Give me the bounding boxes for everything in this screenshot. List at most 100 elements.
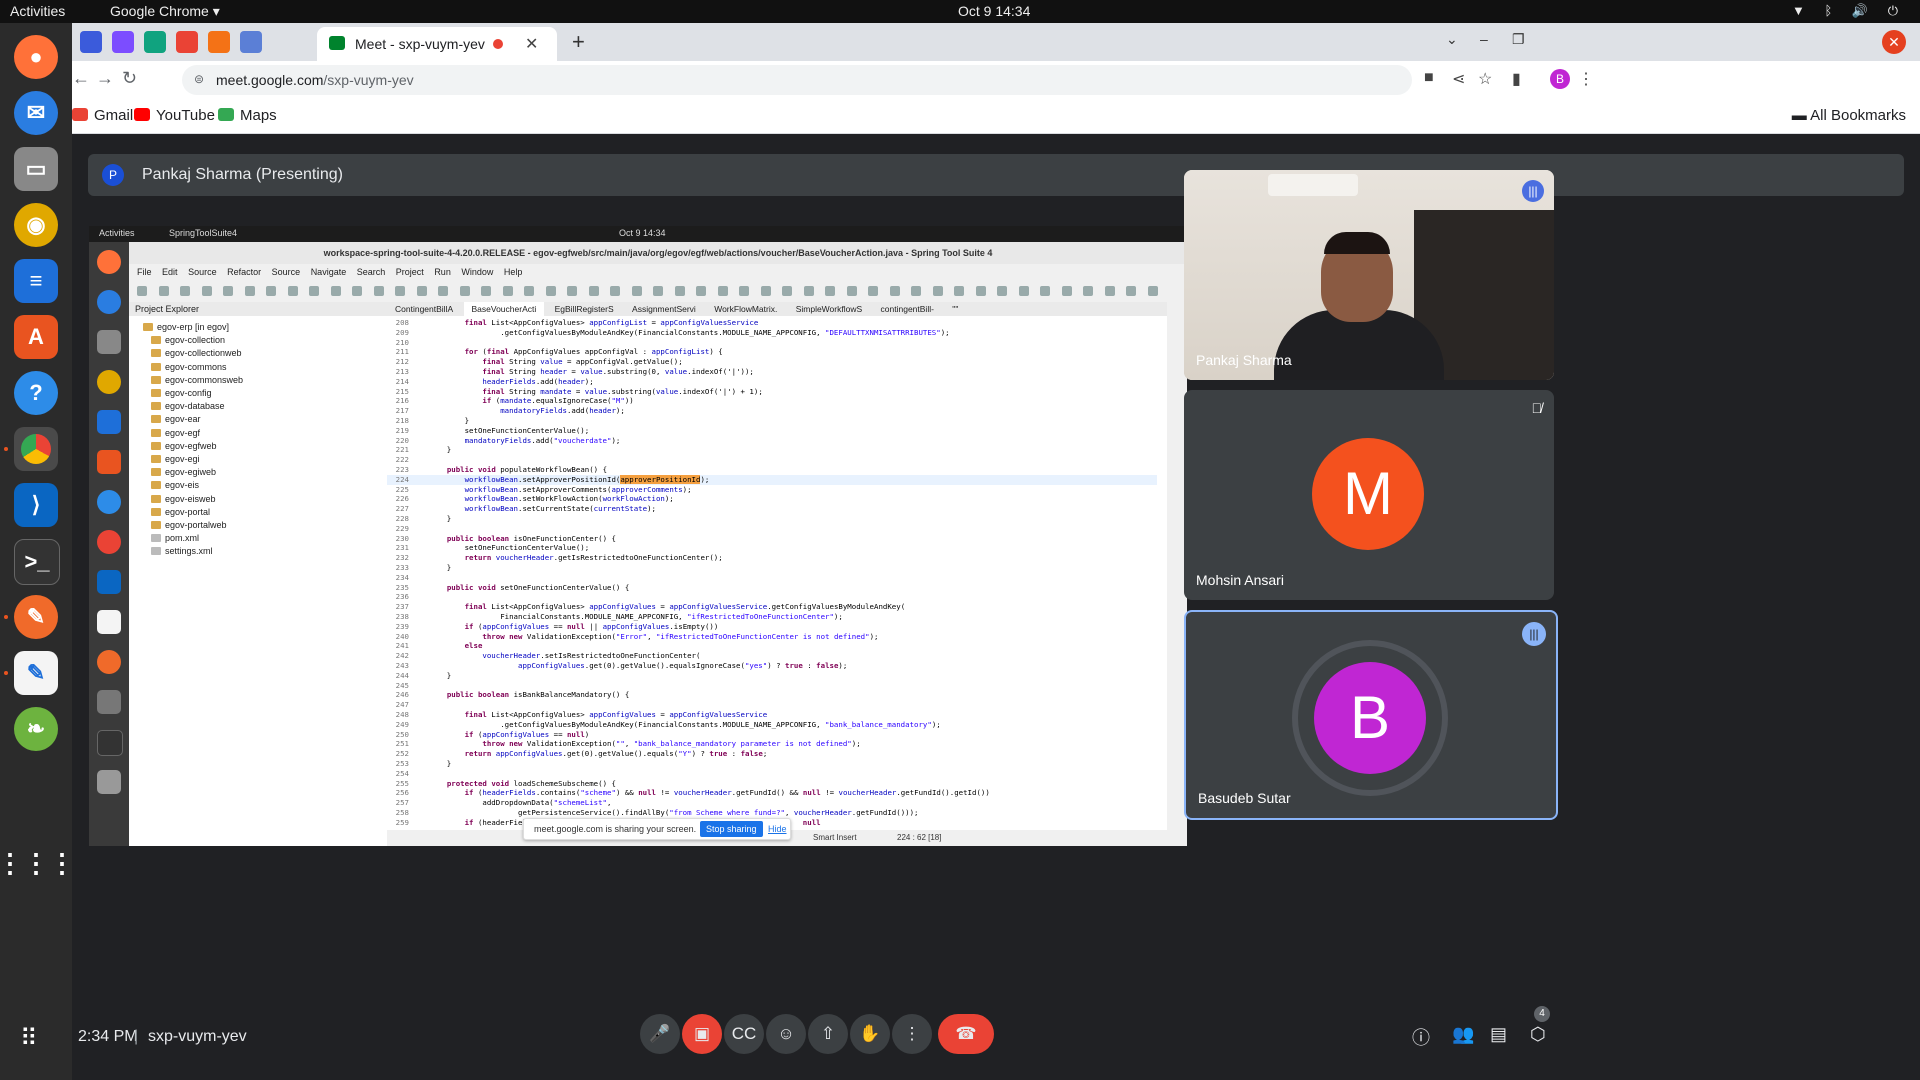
editor-tab[interactable]: WorkFlowMatrix. bbox=[706, 302, 785, 316]
tab-favicon-icon[interactable] bbox=[112, 31, 134, 53]
files-icon[interactable]: ▭ bbox=[14, 147, 58, 191]
code-line[interactable]: 240 throw new ValidationException("Error… bbox=[387, 632, 1157, 642]
explorer-item[interactable]: egov-portal bbox=[151, 507, 210, 517]
explorer-item[interactable]: egov-ear bbox=[151, 414, 201, 424]
tab-meet[interactable]: Meet - sxp-vuym-yev ✕ bbox=[317, 27, 557, 61]
toolbar-icon[interactable] bbox=[137, 286, 147, 296]
explorer-item[interactable]: egov-egi bbox=[151, 454, 200, 464]
code-line[interactable]: 209 .getConfigValuesByModuleAndKey(Finan… bbox=[387, 328, 1157, 338]
toolbar-icon[interactable] bbox=[416, 286, 427, 296]
toolbar-icon[interactable] bbox=[975, 286, 986, 296]
tab-favicon-icon[interactable] bbox=[240, 31, 262, 53]
code-line[interactable]: 243 appConfigValues.get(0).getValue().eq… bbox=[387, 661, 1157, 671]
explorer-item[interactable]: egov-commonsweb bbox=[151, 375, 243, 385]
code-line[interactable]: 252 return appConfigValues.get(0).getVal… bbox=[387, 749, 1157, 759]
code-line[interactable]: 245 bbox=[387, 681, 1157, 691]
code-line[interactable]: 213 final String header = value.substrin… bbox=[387, 367, 1157, 377]
toolbar-icon[interactable] bbox=[567, 286, 577, 296]
toolbar-icon[interactable] bbox=[545, 286, 556, 296]
code-line[interactable]: 248 final List<AppConfigValues> appConfi… bbox=[387, 710, 1157, 720]
code-line[interactable]: 239 if (appConfigValues == null || appCo… bbox=[387, 622, 1157, 632]
code-line[interactable]: 232 return voucherHeader.getIsRestricted… bbox=[387, 553, 1157, 563]
code-line[interactable]: 238 FinancialConstants.MODULE_NAME_APPCO… bbox=[387, 612, 1157, 622]
menu-help[interactable]: Help bbox=[504, 264, 523, 280]
code-line[interactable]: 219 setOneFunctionCenterValue(); bbox=[387, 426, 1157, 436]
toolbar-icon[interactable] bbox=[524, 286, 534, 296]
toolbar-icon[interactable] bbox=[954, 286, 964, 296]
rhythmbox-icon[interactable]: ◉ bbox=[14, 203, 58, 247]
menu-run[interactable]: Run bbox=[434, 264, 451, 280]
writer-icon[interactable]: ≡ bbox=[14, 259, 58, 303]
show-apps-icon[interactable]: ⠿ bbox=[20, 1024, 38, 1053]
camera-off-button[interactable]: ▣ bbox=[682, 1014, 722, 1054]
code-line[interactable]: 251 throw new ValidationException("", "b… bbox=[387, 739, 1157, 749]
tab-favicon-icon[interactable] bbox=[208, 31, 230, 53]
menu-search[interactable]: Search bbox=[357, 264, 386, 280]
close-window-button[interactable]: ✕ bbox=[1882, 30, 1906, 54]
software-center-icon[interactable]: A bbox=[14, 315, 58, 359]
code-line[interactable]: 255 protected void loadSchemeSubscheme()… bbox=[387, 779, 1157, 789]
captions-button[interactable]: CC bbox=[724, 1014, 764, 1054]
forward-icon[interactable]: → bbox=[96, 68, 114, 89]
code-line[interactable]: 249 .getConfigValuesByModuleAndKey(Finan… bbox=[387, 720, 1157, 730]
toolbar-icon[interactable] bbox=[180, 286, 190, 296]
code-line[interactable]: 244 } bbox=[387, 671, 1157, 681]
bookmark-maps[interactable]: Maps bbox=[218, 107, 277, 124]
toolbar-icon[interactable] bbox=[782, 286, 792, 296]
code-line[interactable]: 229 bbox=[387, 524, 1157, 534]
code-line[interactable]: 216 if (mandate.equalsIgnoreCase("M")) bbox=[387, 396, 1157, 406]
toolbar-icon[interactable] bbox=[373, 286, 384, 296]
code-line[interactable]: 214 headerFields.add(header); bbox=[387, 377, 1157, 387]
bookmark-star-icon[interactable]: ☆ bbox=[1478, 69, 1492, 89]
tab-search-icon[interactable]: ⌄ bbox=[1446, 31, 1458, 48]
toolbar-icon[interactable] bbox=[201, 286, 212, 296]
explorer-item[interactable]: egov-portalweb bbox=[151, 520, 227, 530]
code-line[interactable]: 254 bbox=[387, 769, 1157, 779]
side-panel-icon[interactable]: ▮ bbox=[1512, 69, 1521, 89]
explorer-item[interactable]: egov-database bbox=[151, 401, 225, 411]
code-line[interactable]: 208 final List<AppConfigValues> appConfi… bbox=[387, 318, 1157, 328]
code-line[interactable]: 215 final String mandate = value.substri… bbox=[387, 387, 1157, 397]
code-line[interactable]: 225 workflowBean.setApproverComments(app… bbox=[387, 485, 1157, 495]
code-line[interactable]: 228 } bbox=[387, 514, 1157, 524]
toolbar-icon[interactable] bbox=[1083, 286, 1093, 296]
explorer-item[interactable]: settings.xml bbox=[151, 546, 213, 556]
text-editor-icon[interactable]: ✎ bbox=[14, 651, 58, 695]
chrome-menu-icon[interactable]: ⋮ bbox=[1578, 69, 1594, 89]
toolbar-icon[interactable] bbox=[696, 286, 706, 296]
code-line[interactable]: 242 voucherHeader.setIsRestrictedtoOneFu… bbox=[387, 651, 1157, 661]
participant-tile-basudeb[interactable]: ||| B Basudeb Sutar bbox=[1184, 610, 1558, 820]
toolbar-icon[interactable] bbox=[932, 286, 943, 296]
code-line[interactable]: 246 public boolean isBankBalanceMandator… bbox=[387, 690, 1157, 700]
code-editor[interactable]: ContingentBillA BaseVoucherActi EgBillRe… bbox=[387, 302, 1167, 830]
explorer-item[interactable]: egov-config bbox=[151, 388, 212, 398]
explorer-item[interactable]: pom.xml bbox=[151, 533, 199, 543]
toolbar-icon[interactable] bbox=[1147, 286, 1158, 296]
explorer-item[interactable]: egov-egf bbox=[151, 428, 200, 438]
code-line[interactable]: 217 mandatoryFields.add(header); bbox=[387, 406, 1157, 416]
toolbar-icon[interactable] bbox=[266, 286, 276, 296]
chat-icon[interactable]: ▤ bbox=[1490, 1024, 1507, 1045]
participant-tile-mohsin[interactable]: 🎙̸ M Mohsin Ansari bbox=[1184, 390, 1554, 600]
microphone-button[interactable]: 🎤 bbox=[640, 1014, 680, 1054]
toolbar-icon[interactable] bbox=[309, 286, 319, 296]
menu-navigate[interactable]: Navigate bbox=[311, 264, 347, 280]
code-line[interactable]: 227 workflowBean.setCurrentState(current… bbox=[387, 504, 1157, 514]
url-text[interactable]: meet.google.com/sxp-vuym-yev bbox=[216, 72, 414, 88]
brush-icon[interactable]: ✎ bbox=[14, 595, 58, 639]
explorer-item[interactable]: egov-commons bbox=[151, 362, 227, 372]
menu-source-2[interactable]: Source bbox=[272, 264, 301, 280]
menu-refactor[interactable]: Refactor bbox=[227, 264, 261, 280]
toolbar-icon[interactable] bbox=[1040, 286, 1050, 296]
all-bookmarks[interactable]: ▬ All Bookmarks bbox=[1792, 107, 1906, 124]
explorer-item[interactable]: egov-collectionweb bbox=[151, 348, 242, 358]
tab-favicon-icon[interactable] bbox=[80, 31, 102, 53]
code-line[interactable]: 220 mandatoryFields.add("voucherdate"); bbox=[387, 436, 1157, 446]
toolbar-icon[interactable] bbox=[997, 286, 1007, 296]
terminal-icon[interactable]: >_ bbox=[14, 539, 60, 585]
restore-button[interactable]: ❐ bbox=[1512, 31, 1525, 48]
toolbar-icon[interactable] bbox=[244, 286, 255, 296]
app-menu[interactable]: Google Chrome ▾ bbox=[110, 3, 220, 20]
stop-sharing-button[interactable]: Stop sharing bbox=[700, 821, 763, 837]
code-line[interactable]: 231 setOneFunctionCenterValue(); bbox=[387, 543, 1157, 553]
